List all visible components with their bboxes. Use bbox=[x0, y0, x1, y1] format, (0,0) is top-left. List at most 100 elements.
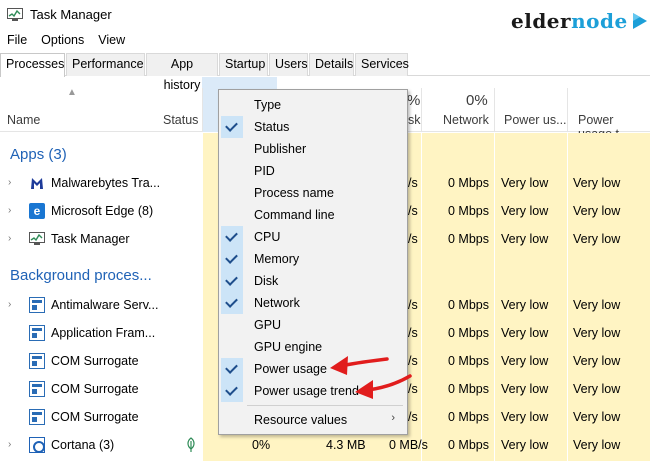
expand-chevron-icon[interactable]: › bbox=[8, 205, 11, 216]
menu-item-label: Power usage bbox=[254, 362, 327, 376]
disk-percent: % bbox=[407, 92, 421, 109]
menu-item-power-usage[interactable]: Power usage bbox=[221, 358, 405, 380]
tab-details[interactable]: Details bbox=[309, 53, 354, 76]
power-trend-value: Very low bbox=[573, 438, 621, 452]
process-name: Malwarebytes Tra... bbox=[51, 176, 161, 190]
menu-item-cpu[interactable]: CPU bbox=[221, 226, 405, 248]
menu-item-process-name[interactable]: Process name bbox=[221, 182, 405, 204]
power-value: Very low bbox=[501, 204, 549, 218]
process-name: Microsoft Edge (8) bbox=[51, 204, 154, 218]
process-name: Application Fram... bbox=[51, 326, 156, 340]
network-value: 0 Mbps bbox=[448, 176, 489, 190]
unchecked-mark bbox=[221, 160, 243, 182]
process-name: COM Surrogate bbox=[51, 382, 139, 396]
menu-separator bbox=[247, 405, 403, 406]
unchecked-mark bbox=[221, 336, 243, 358]
menu-item-label: CPU bbox=[254, 230, 281, 244]
tab-performance[interactable]: Performance bbox=[66, 53, 145, 76]
power-value: Very low bbox=[501, 438, 549, 452]
power-trend-value: Very low bbox=[573, 298, 621, 312]
menu-item-label: Status bbox=[254, 120, 290, 134]
power-value: Very low bbox=[501, 232, 549, 246]
expand-chevron-icon[interactable]: › bbox=[8, 439, 11, 450]
menu-item-type[interactable]: Type bbox=[221, 94, 405, 116]
process-name: Task Manager bbox=[51, 232, 130, 246]
menu-item-label: GPU engine bbox=[254, 340, 323, 354]
process-name: Cortana (3) bbox=[51, 438, 115, 452]
network-value: 0 Mbps bbox=[448, 298, 489, 312]
service-icon bbox=[29, 353, 45, 369]
sort-ascending-icon: ▲ bbox=[67, 87, 77, 98]
menu-item-gpu-engine[interactable]: GPU engine bbox=[221, 336, 405, 358]
disk-value: /s bbox=[408, 354, 418, 368]
expand-chevron-icon[interactable]: › bbox=[8, 177, 11, 188]
power-trend-value: Very low bbox=[573, 232, 621, 246]
menu-item-power-usage-trend[interactable]: Power usage trend bbox=[221, 380, 405, 402]
menu-item-label: Power usage trend bbox=[254, 384, 359, 398]
power-value: Very low bbox=[501, 326, 549, 340]
menu-item-pid[interactable]: PID bbox=[221, 160, 405, 182]
tab-processes[interactable]: Processes bbox=[0, 53, 65, 77]
column-power-usage[interactable]: Power us... bbox=[504, 113, 567, 127]
checkmark-icon bbox=[221, 248, 243, 270]
task-manager-window: Task Manager eldernode File Options View… bbox=[0, 0, 650, 461]
disk-value: /s bbox=[408, 298, 418, 312]
disk-value: /s bbox=[408, 326, 418, 340]
network-percent: 0% bbox=[466, 92, 488, 109]
menu-view[interactable]: View bbox=[91, 30, 132, 50]
power-trend-value: Very low bbox=[573, 354, 621, 368]
disk-value: /s bbox=[408, 410, 418, 424]
menu-item-label: Process name bbox=[254, 186, 334, 200]
unchecked-mark bbox=[221, 94, 243, 116]
menu-options[interactable]: Options bbox=[34, 30, 91, 50]
menu-item-status[interactable]: Status bbox=[221, 116, 405, 138]
checkmark-icon bbox=[221, 116, 243, 138]
checkmark-icon bbox=[221, 358, 243, 380]
menu-item-gpu[interactable]: GPU bbox=[221, 314, 405, 336]
unchecked-mark bbox=[221, 182, 243, 204]
column-context-menu: Type Status Publisher PID Process name C… bbox=[218, 89, 408, 435]
expand-chevron-icon[interactable]: › bbox=[8, 299, 11, 310]
tab-startup[interactable]: Startup bbox=[219, 53, 268, 76]
service-icon bbox=[29, 325, 45, 341]
menu-item-publisher[interactable]: Publisher bbox=[221, 138, 405, 160]
service-icon bbox=[29, 381, 45, 397]
menu-item-memory[interactable]: Memory bbox=[221, 248, 405, 270]
column-divider bbox=[421, 88, 422, 132]
tab-bar: Processes Performance App history Startu… bbox=[0, 53, 650, 92]
task-manager-icon bbox=[29, 232, 45, 245]
submenu-arrow-icon: › bbox=[391, 412, 395, 424]
network-value: 0 Mbps bbox=[448, 204, 489, 218]
process-row[interactable]: › Cortana (3) 0% 4.3 MB 0 MB/s 0 Mbps Ve… bbox=[0, 432, 650, 460]
tab-app-history[interactable]: App history bbox=[146, 53, 218, 92]
column-disk[interactable]: sk bbox=[408, 113, 421, 127]
column-network[interactable]: Network bbox=[443, 113, 489, 127]
cortana-icon bbox=[29, 437, 45, 453]
power-value: Very low bbox=[501, 176, 549, 190]
tab-users[interactable]: Users bbox=[269, 53, 308, 76]
disk-value: /s bbox=[408, 176, 418, 190]
tab-services[interactable]: Services bbox=[355, 53, 409, 76]
network-value: 0 Mbps bbox=[448, 410, 489, 424]
menu-item-network[interactable]: Network bbox=[221, 292, 405, 314]
column-name[interactable]: Name bbox=[7, 113, 40, 127]
expand-chevron-icon[interactable]: › bbox=[8, 233, 11, 244]
power-trend-value: Very low bbox=[573, 326, 621, 340]
menu-file[interactable]: File bbox=[0, 30, 34, 50]
network-value: 0 Mbps bbox=[448, 354, 489, 368]
edge-icon: e bbox=[29, 203, 45, 219]
logo-text-part2: node bbox=[571, 9, 628, 33]
menu-item-disk[interactable]: Disk bbox=[221, 270, 405, 292]
menu-item-label: Network bbox=[254, 296, 300, 310]
menu-item-command-line[interactable]: Command line bbox=[221, 204, 405, 226]
menu-item-resource-values[interactable]: Resource values › bbox=[221, 409, 405, 431]
menu-item-label: Publisher bbox=[254, 142, 307, 156]
disk-value: /s bbox=[408, 382, 418, 396]
network-value: 0 Mbps bbox=[448, 438, 489, 452]
leaf-icon bbox=[187, 437, 195, 452]
disk-value: 0 MB/s bbox=[389, 438, 428, 452]
menu-item-label: Type bbox=[254, 98, 282, 112]
column-status[interactable]: Status bbox=[163, 113, 198, 127]
menu-item-label: Disk bbox=[254, 274, 279, 288]
process-name: COM Surrogate bbox=[51, 410, 139, 424]
